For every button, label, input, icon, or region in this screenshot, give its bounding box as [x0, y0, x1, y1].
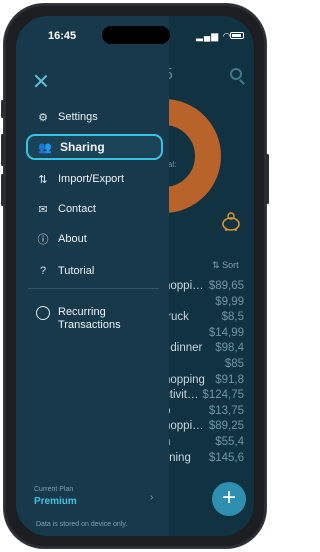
phone-frame: 5 al: ⇅ Sort hoppi…$89,65$9,99truck$8,5$… — [1, 4, 269, 548]
dynamic-island — [102, 26, 170, 44]
transaction-amount: $13,75 — [208, 404, 244, 417]
info-icon: ⓘ — [37, 234, 49, 246]
transaction-name: t dinner — [164, 342, 203, 355]
menu-item-about[interactable]: ⓘ About — [26, 226, 163, 252]
menu-item-sharing[interactable]: 👥 Sharing — [26, 134, 163, 160]
current-plan-label: Current Plan — [34, 486, 74, 493]
transaction-amount: $9,99 — [215, 295, 244, 308]
sort-label: Sort — [222, 260, 239, 270]
transaction-name: hoppi… — [164, 420, 204, 433]
search-icon[interactable] — [230, 68, 242, 80]
help-icon: ? — [39, 265, 47, 277]
menu-item-import-export[interactable]: ⇅ Import/Export — [26, 166, 163, 192]
transaction-name: hopping — [164, 373, 205, 386]
menu-item-label: Sharing — [60, 140, 105, 154]
menu-item-label: Import/Export — [58, 173, 125, 185]
donut-center-label: al: — [168, 160, 177, 169]
menu-item-label: About — [58, 233, 87, 245]
sort-icon: ⇅ — [212, 260, 220, 270]
current-plan-value[interactable]: Premium — [34, 496, 77, 507]
menu-item-tutorial[interactable]: ? Tutorial — [26, 258, 163, 284]
status-time: 16:45 — [48, 30, 77, 42]
transaction-amount: $98,4 — [215, 342, 244, 355]
side-button-volume-up — [1, 134, 4, 166]
transaction-amount: $55,4 — [215, 436, 244, 448]
add-transaction-button[interactable]: + — [212, 482, 246, 516]
recurring-transactions-item[interactable]: Recurring Transactions — [26, 306, 163, 332]
transaction-amount: $91,8 — [215, 373, 244, 386]
recurring-label: Recurring Transactions — [58, 306, 121, 331]
chevron-right-icon[interactable]: › — [150, 492, 153, 503]
menu-item-label: Tutorial — [58, 265, 95, 277]
menu-item-label: Contact — [58, 203, 96, 215]
signal-wifi-icon: ▂▄▆ ◠ — [196, 31, 232, 41]
gear-icon: ⚙ — [38, 111, 48, 124]
import-export-icon: ⇅ — [38, 173, 48, 186]
screen: 5 al: ⇅ Sort hoppi…$89,65$9,99truck$8,5$… — [16, 16, 254, 536]
close-icon[interactable] — [34, 74, 48, 88]
transaction-name: ctivit… — [164, 389, 199, 402]
transaction-amount: $85 — [224, 358, 244, 370]
transaction-amount: $145,6 — [208, 451, 244, 464]
menu-item-label: Settings — [58, 111, 98, 123]
storage-footnote: Data is stored on device only. — [36, 521, 128, 528]
piggy-bank-icon[interactable] — [220, 212, 242, 232]
battery-icon — [230, 32, 244, 39]
transaction-amount: $89,25 — [208, 420, 244, 433]
transaction-amount: $89,65 — [208, 280, 244, 292]
side-button-action — [1, 100, 4, 118]
menu-item-settings[interactable]: ⚙ Settings — [26, 104, 163, 130]
side-button-volume-down — [1, 174, 4, 206]
people-icon: 👥 — [38, 141, 52, 154]
envelope-icon: ✉ — [38, 203, 48, 216]
side-button-power — [266, 154, 269, 204]
recurring-icon — [36, 306, 50, 320]
menu-divider — [28, 288, 159, 289]
transaction-amount: $124,75 — [202, 389, 244, 402]
side-drawer: ⚙ Settings 👥 Sharing ⇅ Import/Export ✉ Contact ⓘ… — [16, 16, 169, 536]
sort-button[interactable]: ⇅ Sort — [212, 260, 239, 271]
menu-item-contact[interactable]: ✉ Contact — [26, 196, 163, 222]
transaction-amount: $8,5 — [221, 311, 244, 324]
transaction-amount: $14,99 — [208, 326, 244, 339]
transaction-name: hoppi… — [164, 280, 204, 292]
